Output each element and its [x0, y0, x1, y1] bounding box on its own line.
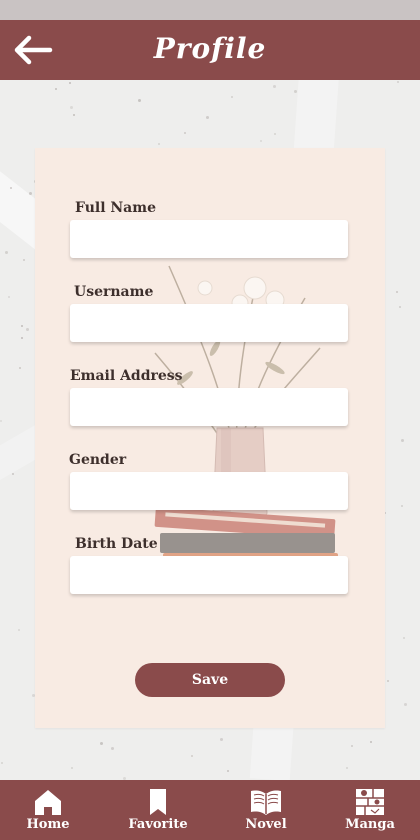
app-header: Profile	[0, 20, 420, 80]
status-bar	[0, 0, 420, 20]
username-input[interactable]	[70, 304, 348, 342]
texture-speck	[403, 637, 405, 639]
home-icon	[35, 790, 61, 815]
texture-speck	[69, 82, 71, 84]
texture-speck	[138, 99, 141, 102]
bookmark-icon	[150, 789, 166, 815]
texture-speck	[21, 337, 23, 339]
texture-speck	[55, 88, 57, 90]
gender-label: Gender	[69, 452, 127, 468]
profile-form-card: Full Name Username Email Address Gender …	[35, 148, 385, 728]
bottom-navigation: Home Favorite Novel Manga	[0, 780, 420, 840]
texture-speck	[231, 96, 233, 98]
texture-speck	[397, 81, 399, 83]
texture-speck	[396, 291, 398, 293]
email-address-label: Email Address	[70, 368, 183, 384]
full-name-input[interactable]	[70, 220, 348, 258]
texture-speck	[158, 143, 160, 145]
texture-speck	[260, 140, 262, 142]
texture-speck	[100, 742, 103, 745]
texture-speck	[227, 770, 229, 772]
nav-label-manga: Manga	[345, 817, 395, 832]
texture-speck	[71, 767, 73, 769]
texture-speck	[19, 367, 21, 369]
nav-item-manga[interactable]: Manga	[325, 780, 415, 840]
nav-item-novel[interactable]: Novel	[221, 780, 311, 840]
nav-label-novel: Novel	[245, 817, 287, 832]
texture-speck	[70, 106, 73, 109]
texture-speck	[23, 259, 25, 261]
nav-label-home: Home	[26, 817, 70, 832]
texture-speck	[273, 85, 276, 88]
birth-date-label: Birth Date	[75, 536, 158, 552]
save-button[interactable]: Save	[135, 663, 285, 697]
texture-speck	[401, 439, 404, 442]
texture-speck	[274, 133, 276, 135]
texture-speck	[346, 767, 348, 769]
email-address-input[interactable]	[70, 388, 348, 426]
texture-speck	[387, 680, 389, 682]
nav-label-favorite: Favorite	[128, 817, 188, 832]
texture-speck	[294, 90, 297, 93]
texture-speck	[10, 187, 12, 189]
birth-date-input[interactable]	[70, 556, 348, 594]
texture-speck	[206, 116, 209, 119]
texture-speck	[5, 251, 8, 254]
back-button[interactable]	[10, 32, 54, 68]
full-name-label: Full Name	[75, 200, 156, 216]
texture-speck	[8, 296, 10, 298]
texture-speck	[404, 703, 407, 706]
texture-speck	[370, 741, 372, 743]
texture-speck	[1, 762, 3, 764]
texture-speck	[73, 114, 75, 116]
username-label: Username	[74, 284, 154, 300]
page-title: Profile	[153, 32, 267, 65]
texture-speck	[351, 745, 353, 747]
nav-item-home[interactable]: Home	[3, 780, 93, 840]
texture-speck	[21, 325, 23, 327]
texture-speck	[0, 420, 2, 422]
arrow-left-icon	[14, 35, 53, 65]
texture-speck	[12, 473, 14, 475]
texture-speck	[29, 192, 32, 195]
texture-speck	[184, 132, 186, 134]
manga-icon	[356, 789, 384, 815]
gender-input[interactable]	[70, 472, 348, 510]
texture-speck	[399, 306, 401, 308]
texture-speck	[401, 505, 403, 507]
nav-item-favorite[interactable]: Favorite	[113, 780, 203, 840]
texture-speck	[220, 738, 223, 741]
texture-speck	[111, 747, 114, 750]
open-book-icon	[251, 790, 281, 815]
texture-speck	[18, 629, 20, 631]
texture-speck	[191, 755, 193, 757]
texture-speck	[26, 328, 29, 331]
